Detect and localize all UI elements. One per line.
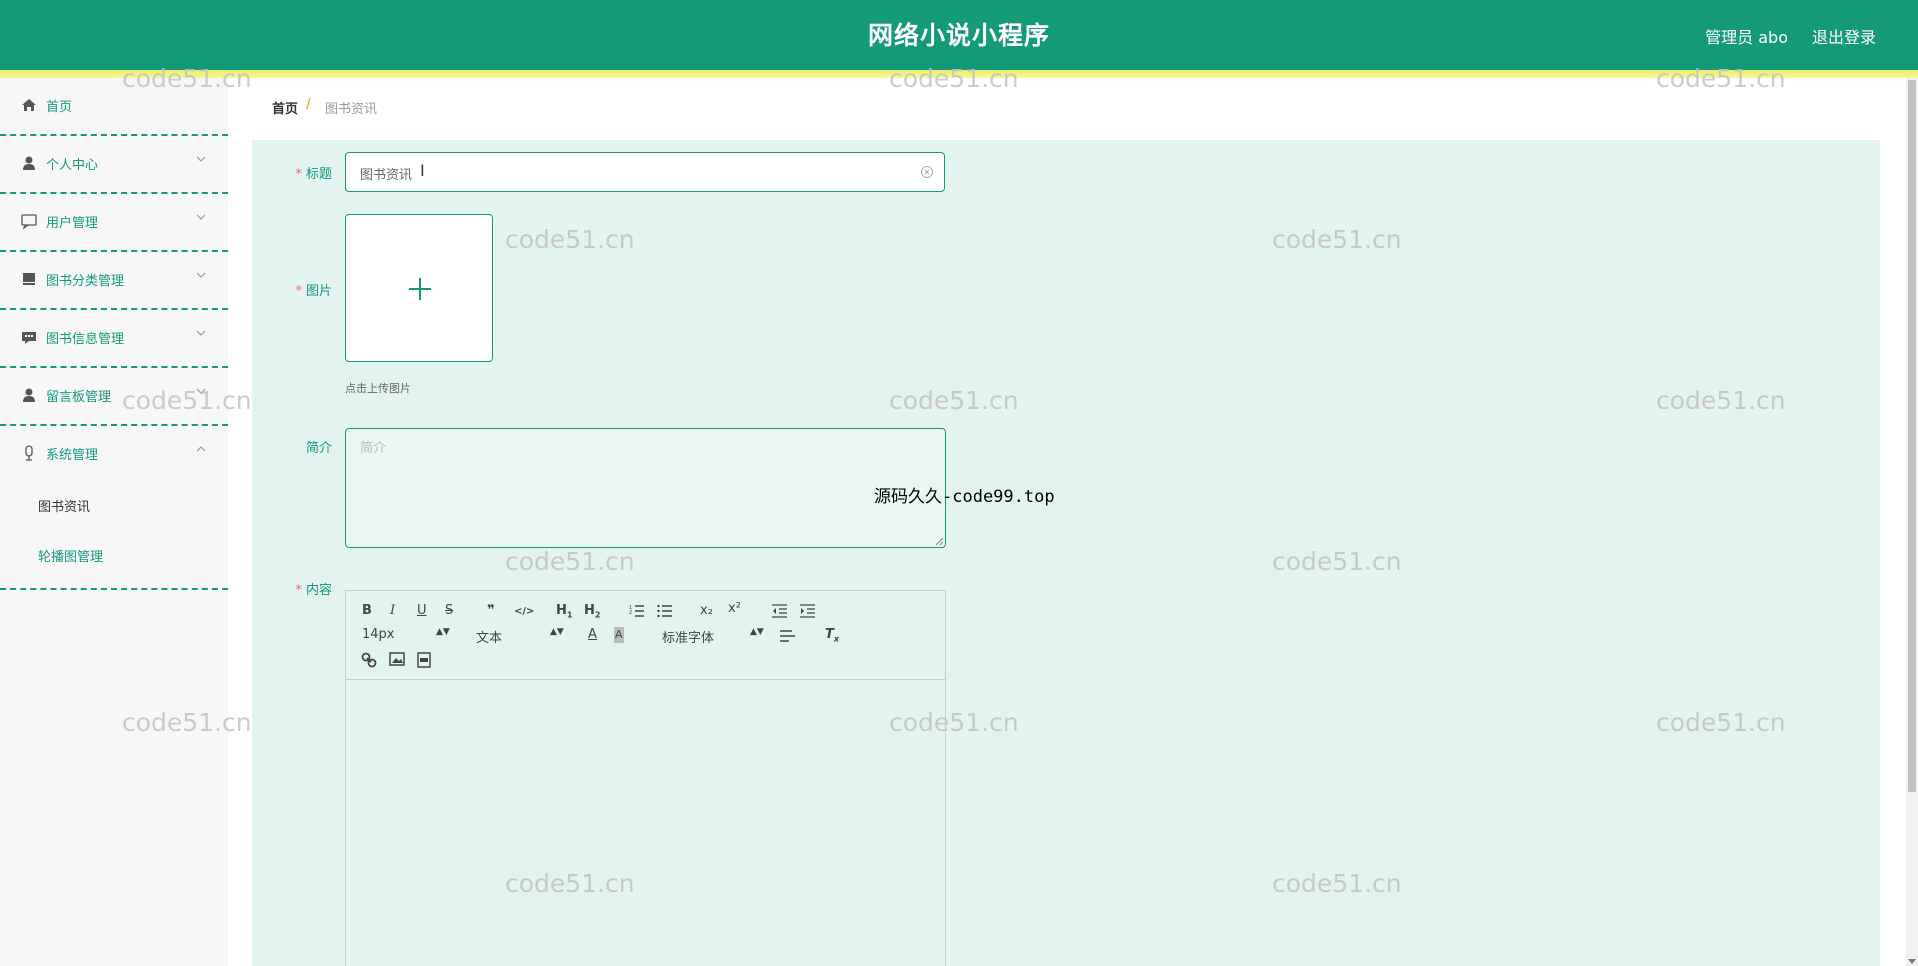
outdent-icon[interactable] <box>772 604 788 618</box>
chat-icon <box>21 214 37 230</box>
submenu-item-carousel[interactable]: 轮播图管理 <box>38 546 103 565</box>
sidebar-item-label: 个人中心 <box>46 158 99 173</box>
page-scrollbar[interactable] <box>1906 78 1918 966</box>
image-icon[interactable] <box>389 652 405 666</box>
required-mark: * <box>295 583 302 598</box>
image-label: * 图片 <box>252 280 332 299</box>
rich-text-editor: B I U S ❞ </> H1 H2 12 x₂ x² 14px ▲▼ 文本 ▲▼… <box>345 590 946 966</box>
breadcrumb-separator: / <box>306 97 311 112</box>
italic-button[interactable]: I <box>390 603 395 619</box>
book-icon <box>23 273 35 285</box>
image-label-text: 图片 <box>305 284 332 299</box>
font-family-value: 标准字体 <box>662 631 715 646</box>
sidebar-item-book-info[interactable]: 图书信息管理 <box>0 310 228 368</box>
required-mark: * <box>295 167 302 182</box>
content-label-text: 内容 <box>305 583 332 598</box>
title-label-text: 标题 <box>305 167 332 182</box>
title-input[interactable]: 图书资讯 I <box>345 152 945 192</box>
required-mark: * <box>295 284 302 299</box>
bullet-list-icon[interactable] <box>657 604 673 618</box>
indent-icon[interactable] <box>800 604 816 618</box>
block-type-value: 文本 <box>476 631 503 646</box>
bold-button[interactable]: B <box>362 603 372 619</box>
message-icon <box>22 332 36 344</box>
resize-grip-icon[interactable] <box>934 536 944 546</box>
intro-label-text: 简介 <box>305 441 332 456</box>
select-caret-icon: ▲▼ <box>750 627 764 637</box>
underline-button[interactable]: U <box>417 603 427 619</box>
sidebar-item-label: 图书信息管理 <box>46 332 125 347</box>
heading1-button[interactable]: H1 <box>556 603 572 624</box>
sidebar-item-label: 留言板管理 <box>46 390 112 405</box>
blockquote-button[interactable]: ❞ <box>487 603 495 619</box>
svg-text:2: 2 <box>629 610 632 616</box>
font-color-button[interactable]: A <box>588 627 597 643</box>
breadcrumb: 首页 / 图书资讯 <box>252 86 1880 128</box>
select-caret-icon: ▲▼ <box>436 627 450 637</box>
chevron-up-icon <box>196 446 206 452</box>
subscript-button[interactable]: x₂ <box>700 603 713 619</box>
sidebar-item-label: 系统管理 <box>46 448 99 463</box>
title-input-value: 图书资讯 <box>360 168 413 183</box>
superscript-button[interactable]: x² <box>728 601 741 617</box>
intro-placeholder: 简介 <box>360 441 387 456</box>
font-family-select[interactable]: 标准字体 ▲▼ <box>662 627 764 646</box>
sidebar-item-personal-center[interactable]: 个人中心 <box>0 136 228 194</box>
sidebar-item-label: 图书分类管理 <box>46 274 125 289</box>
sidebar-item-user-management[interactable]: 用户管理 <box>0 194 228 252</box>
background-color-button[interactable]: A <box>614 627 624 643</box>
breadcrumb-current: 图书资讯 <box>325 102 378 117</box>
font-size-select[interactable]: 14px ▲▼ <box>362 627 450 642</box>
sidebar: 首页 个人中心 用户管理 图书分类管理 图书信息管理 留言板管理 系统管理 图书… <box>0 78 228 966</box>
content-label: * 内容 <box>252 579 332 598</box>
block-type-select[interactable]: 文本 ▲▼ <box>476 627 564 646</box>
logout-button[interactable]: 退出登录 <box>1812 24 1876 48</box>
chevron-down-icon <box>196 156 206 162</box>
video-icon[interactable] <box>417 652 431 668</box>
chevron-down-icon <box>196 272 206 278</box>
app-title: 网络小说小程序 <box>867 21 1050 50</box>
user-icon <box>23 388 35 402</box>
microphone-icon <box>25 445 33 461</box>
overlay-text: 源码久久-code99.top <box>874 487 1055 507</box>
header-stripe <box>0 70 1918 78</box>
breadcrumb-home[interactable]: 首页 <box>272 98 298 117</box>
strikethrough-button[interactable]: S <box>445 603 453 619</box>
image-upload-button[interactable] <box>345 214 493 362</box>
ordered-list-icon[interactable]: 12 <box>629 604 645 618</box>
align-icon[interactable] <box>780 629 796 643</box>
editor-toolbar: B I U S ❞ </> H1 H2 12 x₂ x² 14px ▲▼ 文本 ▲▼… <box>346 591 945 680</box>
scroll-down-icon[interactable] <box>1908 959 1916 964</box>
sidebar-item-label: 首页 <box>46 100 73 115</box>
text-cursor-icon: I <box>420 161 425 180</box>
upload-hint: 点击上传图片 <box>345 382 411 395</box>
admin-label: 管理员 abo <box>1705 28 1788 47</box>
sidebar-item-book-category[interactable]: 图书分类管理 <box>0 252 228 310</box>
sidebar-item-home[interactable]: 首页 <box>0 78 228 136</box>
scrollbar-thumb[interactable] <box>1908 80 1916 792</box>
home-icon <box>22 99 36 111</box>
chevron-down-icon <box>196 214 206 220</box>
heading2-button[interactable]: H2 <box>584 603 600 624</box>
link-icon[interactable] <box>361 652 377 668</box>
plus-icon <box>409 278 431 300</box>
user-icon <box>23 156 35 170</box>
chevron-down-icon <box>196 388 206 394</box>
clear-format-button[interactable]: Tx <box>825 627 839 648</box>
font-size-value: 14px <box>362 627 395 642</box>
sidebar-item-label: 用户管理 <box>46 216 99 231</box>
submenu-item-book-news[interactable]: 图书资讯 <box>38 496 90 515</box>
intro-textarea[interactable]: 简介 <box>345 428 946 548</box>
sidebar-item-message-board[interactable]: 留言板管理 <box>0 368 228 426</box>
chevron-down-icon <box>196 330 206 336</box>
clear-icon[interactable] <box>920 165 934 179</box>
code-button[interactable]: </> <box>514 604 534 620</box>
top-header: 网络小说小程序 管理员 abo 退出登录 <box>0 0 1918 70</box>
sidebar-item-system-management[interactable]: 系统管理 <box>0 426 228 484</box>
title-label: * 标题 <box>252 163 332 182</box>
sidebar-group-system: 系统管理 图书资讯 轮播图管理 <box>0 426 228 590</box>
intro-label: 简介 <box>252 437 332 456</box>
select-caret-icon: ▲▼ <box>550 627 564 637</box>
